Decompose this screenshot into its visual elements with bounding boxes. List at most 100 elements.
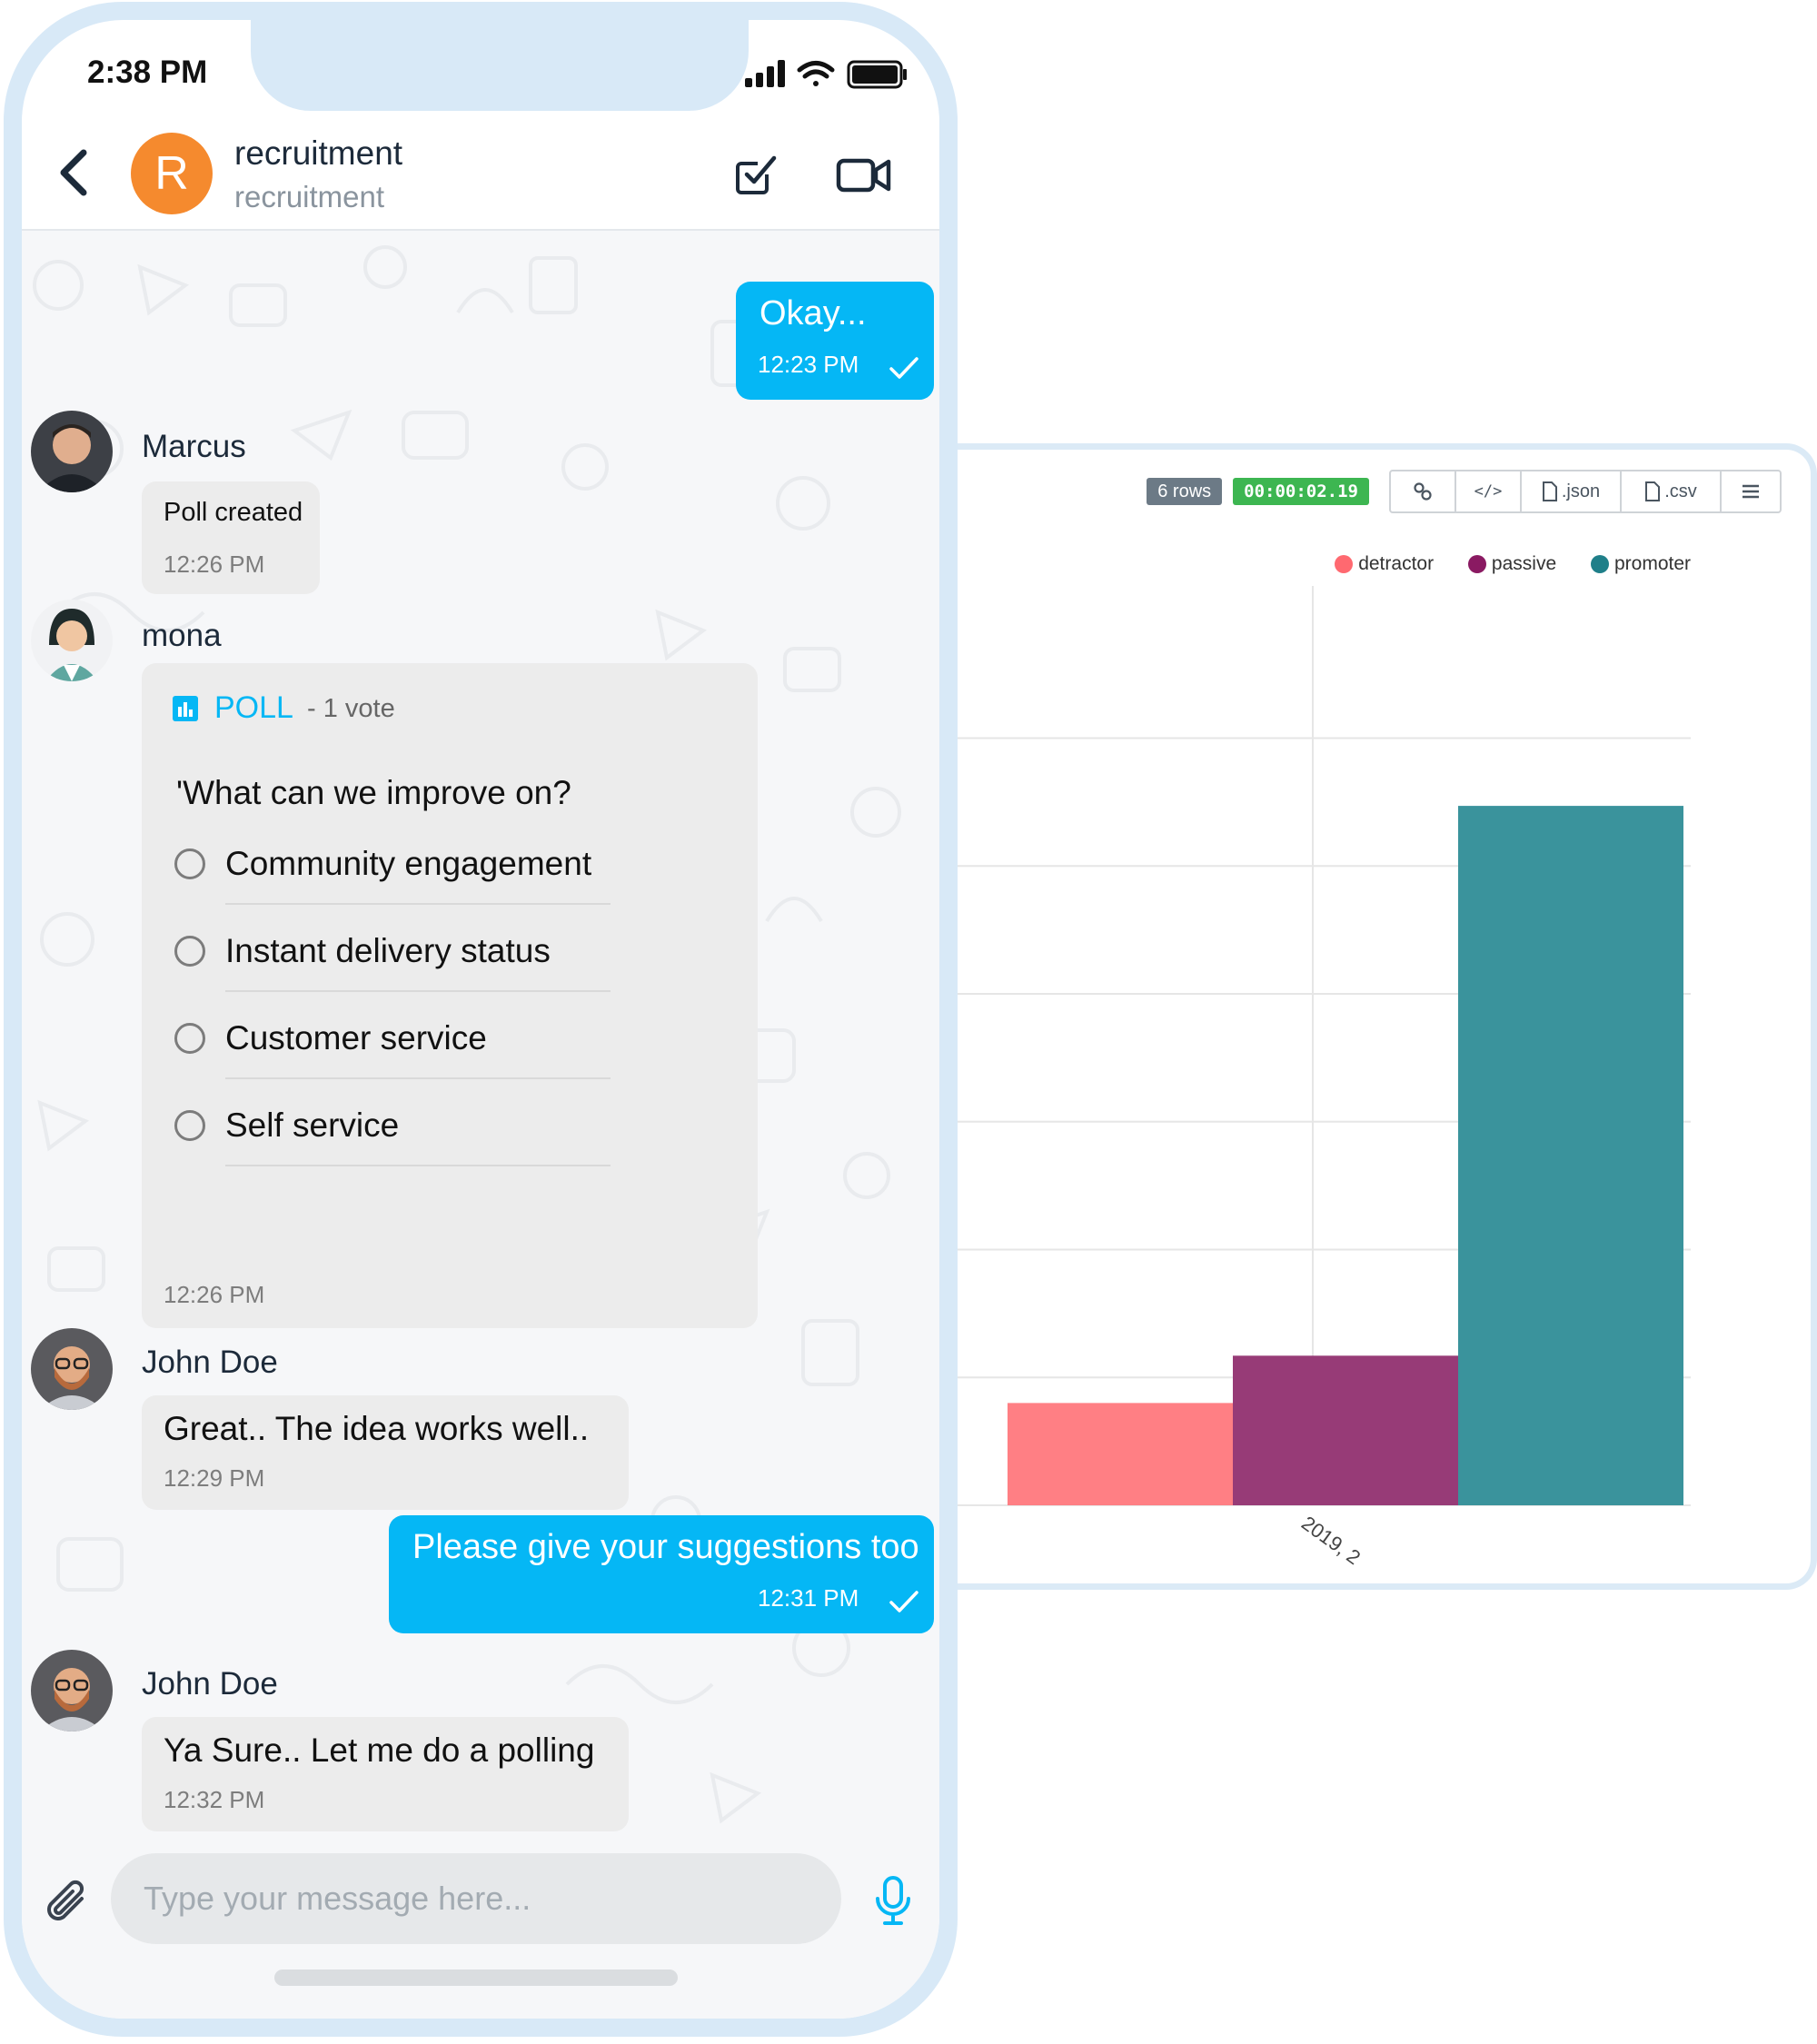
signal-icon: [745, 60, 785, 87]
radio-button[interactable]: [174, 1023, 205, 1054]
hamburger-icon: [1743, 484, 1759, 499]
option-divider: [225, 903, 611, 905]
message-text: Great.. The idea works well..: [164, 1410, 590, 1447]
avatar-photo: [31, 600, 113, 681]
radio-button[interactable]: [174, 1110, 205, 1141]
poll-option[interactable]: Instant delivery status: [174, 928, 611, 992]
avatar-photo: [31, 1650, 113, 1731]
legend-swatch: [1467, 555, 1486, 573]
legend-item-detractor[interactable]: detractor: [1335, 553, 1434, 575]
microphone-icon[interactable]: [874, 1875, 912, 1926]
poll-label: POLL: [214, 690, 293, 725]
file-icon: [1645, 481, 1661, 501]
home-indicator: [274, 1970, 678, 1986]
poll-vote-count: - 1 vote: [307, 694, 395, 723]
permalink-button[interactable]: [1391, 471, 1456, 511]
legend-swatch: [1590, 555, 1609, 573]
sender-name: Marcus: [142, 429, 246, 464]
radio-button[interactable]: [174, 848, 205, 879]
avatar[interactable]: [31, 600, 113, 681]
task-checkbox-icon[interactable]: [734, 153, 778, 196]
group-avatar[interactable]: R: [131, 133, 213, 214]
poll-option-label: Community engagement: [225, 845, 592, 882]
message-time: 12:26 PM: [164, 551, 265, 578]
legend-label: detractor: [1358, 553, 1435, 574]
sent-check-icon: [889, 1591, 918, 1612]
bar-chart: 2019, 2: [940, 586, 1691, 1569]
status-icons: [745, 60, 907, 89]
poll-chart-icon: [173, 696, 198, 721]
status-time: 2:38 PM: [87, 55, 208, 90]
avatar-photo: [31, 1328, 113, 1410]
option-divider: [225, 1165, 611, 1166]
result-toolbar: 6 rows 00:00:02.19 </> .json .csv: [1147, 470, 1782, 513]
poll-option-label: Self service: [225, 1106, 400, 1144]
code-icon: </>: [1474, 482, 1503, 501]
message-time: 12:23 PM: [758, 351, 859, 378]
poll-option[interactable]: Customer service: [174, 1016, 611, 1079]
menu-button[interactable]: [1722, 471, 1780, 511]
message-text: Ya Sure.. Let me do a polling: [164, 1731, 595, 1769]
back-icon[interactable]: [56, 147, 93, 198]
option-divider: [225, 990, 611, 992]
poll-option-label: Customer service: [225, 1019, 487, 1057]
poll-option[interactable]: Community engagement: [174, 841, 611, 905]
phone-notch: [251, 20, 749, 111]
avatar-photo: [31, 411, 113, 492]
legend-swatch: [1335, 555, 1354, 573]
view-query-button[interactable]: </>: [1456, 471, 1522, 511]
export-csv-button[interactable]: .csv: [1622, 471, 1722, 511]
composer-bar: [22, 1835, 939, 2019]
avatar[interactable]: [31, 1328, 113, 1410]
export-csv-label: .csv: [1664, 481, 1697, 501]
wifi-icon: [797, 61, 835, 86]
incoming-message[interactable]: Ya Sure.. Let me do a polling 12:32 PM: [142, 1717, 629, 1831]
message-text: Okay...: [760, 294, 867, 332]
sender-name: John Doe: [142, 1666, 278, 1702]
incoming-message[interactable]: Great.. The idea works well.. 12:29 PM: [142, 1395, 629, 1510]
sender-name: mona: [142, 618, 222, 653]
message-text: Please give your suggestions too: [412, 1528, 919, 1566]
export-button-group: </> .json .csv: [1389, 470, 1782, 513]
chart-panel: 6 rows 00:00:02.19 </> .json .csv detrac…: [940, 443, 1817, 1590]
outgoing-message[interactable]: Okay... 12:23 PM: [736, 282, 934, 400]
chart-legend: detractor passive promoter: [940, 553, 1811, 579]
message-list[interactable]: Okay... 12:23 PM Marcus Poll created 12:…: [22, 231, 939, 1835]
sent-check-icon: [889, 357, 918, 379]
legend-item-promoter[interactable]: promoter: [1590, 553, 1691, 575]
chat-screen: 2:38 PM R recruitment recruitment Okay..…: [22, 20, 939, 2019]
video-call-icon[interactable]: [836, 156, 892, 194]
bar-promoter[interactable]: [1458, 806, 1683, 1505]
message-time: 12:26 PM: [164, 1281, 265, 1308]
legend-item-passive[interactable]: passive: [1467, 553, 1556, 575]
message-time: 12:32 PM: [164, 1786, 265, 1813]
incoming-message[interactable]: Poll created 12:26 PM: [142, 481, 320, 594]
elapsed-time-badge: 00:00:02.19: [1233, 478, 1369, 505]
poll-question: 'What can we improve on?: [176, 774, 571, 811]
export-json-label: .json: [1561, 481, 1601, 501]
paperclip-icon[interactable]: [45, 1879, 89, 1928]
legend-label: promoter: [1613, 553, 1691, 574]
bar-passive[interactable]: [1233, 1355, 1458, 1505]
outgoing-message[interactable]: Please give your suggestions too 12:31 P…: [389, 1515, 934, 1633]
poll-option-label: Instant delivery status: [225, 932, 551, 969]
phone-frame: 2:38 PM R recruitment recruitment Okay..…: [4, 2, 958, 2037]
message-time: 12:29 PM: [164, 1464, 265, 1492]
bar-detractor[interactable]: [1008, 1403, 1233, 1505]
radio-button[interactable]: [174, 936, 205, 967]
option-divider: [225, 1077, 611, 1079]
export-json-button[interactable]: .json: [1522, 471, 1622, 511]
avatar[interactable]: [31, 411, 113, 492]
poll-card[interactable]: POLL - 1 vote 'What can we improve on? C…: [142, 663, 758, 1328]
chat-subtitle: recruitment: [234, 180, 385, 213]
sender-name: John Doe: [142, 1344, 278, 1380]
message-text: Poll created: [164, 498, 303, 527]
avatar[interactable]: [31, 1650, 113, 1731]
poll-option[interactable]: Self service: [174, 1103, 611, 1166]
battery-icon: [847, 60, 907, 89]
file-icon: [1542, 481, 1557, 501]
chat-title: recruitment: [234, 134, 403, 172]
link-icon: [1414, 482, 1432, 501]
message-input[interactable]: [111, 1853, 841, 1944]
rows-badge: 6 rows: [1147, 478, 1223, 505]
